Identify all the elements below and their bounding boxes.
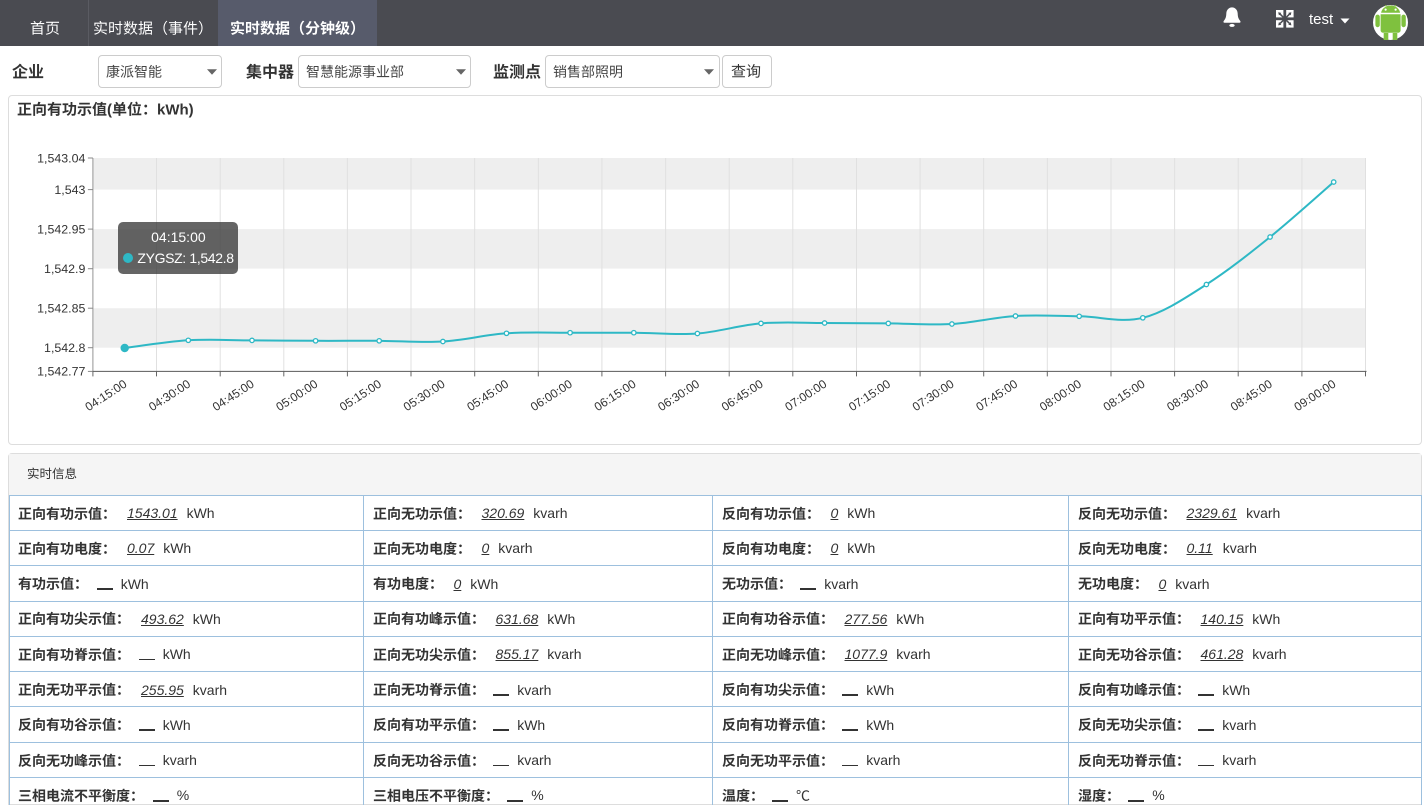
svg-text:04:45:00: 04:45:00 [210, 377, 257, 414]
svg-text:1,542.85: 1,542.85 [37, 302, 85, 316]
svg-text:1,542.95: 1,542.95 [37, 222, 85, 236]
svg-text:1,543.04: 1,543.04 [37, 151, 85, 165]
svg-text:05:30:00: 05:30:00 [401, 377, 448, 414]
svg-text:09:00:00: 09:00:00 [1292, 377, 1339, 414]
svg-text:07:30:00: 07:30:00 [910, 377, 957, 414]
svg-text:1,542.9: 1,542.9 [44, 262, 85, 276]
svg-text:08:15:00: 08:15:00 [1101, 377, 1148, 414]
svg-text:06:45:00: 06:45:00 [719, 377, 766, 414]
svg-text:08:45:00: 08:45:00 [1228, 377, 1275, 414]
svg-text:06:00:00: 06:00:00 [528, 377, 575, 414]
svg-text:06:15:00: 06:15:00 [592, 377, 639, 414]
svg-text:05:00:00: 05:00:00 [273, 377, 320, 414]
svg-text:04:30:00: 04:30:00 [146, 377, 193, 414]
svg-text:1,542.77: 1,542.77 [37, 365, 85, 379]
svg-text:1,542.8: 1,542.8 [44, 341, 85, 355]
svg-text:08:00:00: 08:00:00 [1037, 377, 1084, 414]
svg-text:07:15:00: 07:15:00 [846, 377, 893, 414]
svg-text:07:00:00: 07:00:00 [782, 377, 829, 414]
svg-text:04:15:00: 04:15:00 [83, 377, 130, 414]
svg-text:06:30:00: 06:30:00 [655, 377, 702, 414]
svg-text:05:15:00: 05:15:00 [337, 377, 384, 414]
svg-text:07:45:00: 07:45:00 [973, 377, 1020, 414]
svg-text:08:30:00: 08:30:00 [1164, 377, 1211, 414]
svg-text:05:45:00: 05:45:00 [464, 377, 511, 414]
svg-text:1,543: 1,543 [54, 183, 85, 197]
